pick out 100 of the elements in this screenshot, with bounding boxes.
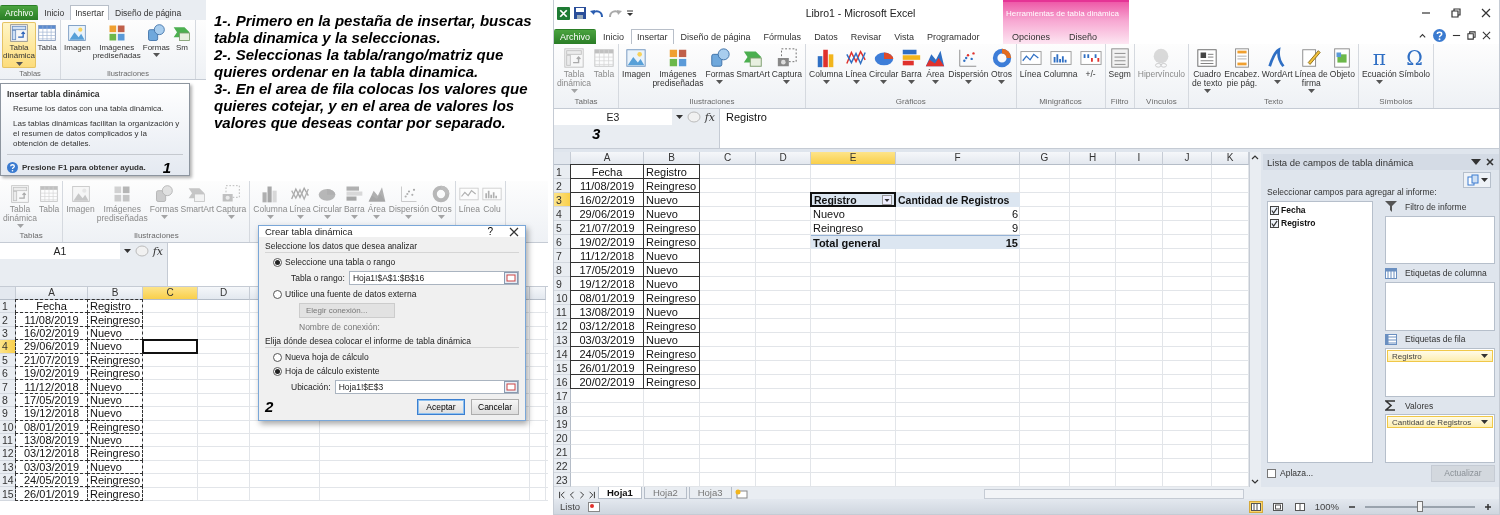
ribbon-button[interactable]: Otros <box>989 46 1014 86</box>
ribbon-button[interactable]: Línea de firma <box>1293 46 1329 95</box>
ribbon-button[interactable]: Columna <box>1042 46 1079 80</box>
ribbon-tab[interactable]: Fórmulas <box>757 29 808 44</box>
field-checkbox[interactable]: Fecha <box>1270 205 1370 215</box>
column-header[interactable]: A <box>16 287 88 300</box>
row-header[interactable]: 23 <box>554 473 571 487</box>
ribbon-button[interactable]: +/- <box>1078 46 1103 80</box>
row-header[interactable]: 1 <box>0 300 16 314</box>
column-header[interactable]: J <box>1163 152 1212 165</box>
row-header[interactable]: 17 <box>554 389 571 403</box>
status-text: Listo <box>560 501 581 512</box>
ribbon-button[interactable]: Objeto <box>1328 46 1356 80</box>
table-cell: Reingreso <box>643 318 700 333</box>
row-header[interactable]: 14 <box>0 474 16 488</box>
formula-bar[interactable]: Registro <box>720 109 1499 148</box>
ribbon-tab[interactable]: Datos <box>808 29 844 44</box>
ribbon-button[interactable]: Captura <box>770 46 804 86</box>
function-button[interactable]: fx <box>152 244 163 258</box>
column-header[interactable]: C <box>143 287 198 300</box>
ribbon-button[interactable]: Columna <box>808 46 845 86</box>
ribbon-button[interactable]: π Ecuación <box>1360 46 1398 86</box>
ribbon-button[interactable]: Línea <box>844 46 869 86</box>
ribbon-button[interactable]: Segm <box>1107 46 1132 80</box>
row-header[interactable]: 18 <box>554 403 571 417</box>
row-header[interactable]: 21 <box>554 445 571 459</box>
row-header[interactable]: 12 <box>0 447 16 461</box>
table-cell: 15 <box>896 235 1020 249</box>
ribbon-button[interactable]: Imagen <box>621 46 652 80</box>
ribbon-tab[interactable]: Programador <box>921 29 986 44</box>
column-header[interactable]: H <box>1070 152 1116 165</box>
ribbon-button[interactable]: Encabez. pie pág. <box>1223 46 1261 89</box>
column-header[interactable]: D <box>198 287 250 300</box>
row-header[interactable]: 4 <box>0 340 16 354</box>
field-chip[interactable]: Registro <box>1387 350 1493 363</box>
row-header[interactable]: 7 <box>0 380 16 394</box>
field-checkbox[interactable]: Registro <box>1270 218 1370 228</box>
ribbon-button[interactable]: Tabla <box>36 22 58 54</box>
ribbon-button[interactable]: Barra <box>899 46 924 86</box>
column-header[interactable]: B <box>88 287 143 300</box>
radio-label[interactable]: Utilice una fuente de datos externa <box>285 289 417 299</box>
cancel-button[interactable]: Cancelar <box>471 398 519 415</box>
active-cell[interactable]: Registro <box>810 192 896 207</box>
ribbon-button[interactable]: Formas <box>704 46 736 86</box>
ribbon-button[interactable]: Imagen <box>63 22 92 54</box>
area-label: Etiquetas de columna <box>1405 268 1487 279</box>
table-cell: Fecha <box>15 299 88 314</box>
radio-label[interactable]: Nueva hoja de cálculo <box>285 352 369 362</box>
row-header[interactable]: 15 <box>0 487 16 501</box>
ribbon-tab[interactable]: Diseño de página <box>110 5 187 20</box>
ribbon-button[interactable]: Línea <box>1018 46 1043 80</box>
tooltip-title: Insertar tabla dinámica <box>7 89 101 99</box>
ribbon-button[interactable]: WordArt <box>1260 46 1294 86</box>
ribbon-tab[interactable]: Archivo <box>554 29 596 44</box>
input-field[interactable]: Hoja1!$E$3 <box>334 380 519 394</box>
column-header[interactable]: I <box>1116 152 1163 165</box>
ribbon-button[interactable]: Circular <box>868 46 900 86</box>
group-label: Texto <box>1262 98 1284 108</box>
column-header[interactable]: E <box>811 152 896 165</box>
ribbon-tab[interactable]: Diseño de página <box>674 29 757 44</box>
row-header[interactable]: 22 <box>554 459 571 473</box>
input-field[interactable]: Hoja1!$A$1:$B$16 <box>348 271 519 285</box>
ribbon-button[interactable]: Dispersión <box>947 46 990 86</box>
column-header[interactable]: C <box>700 152 756 165</box>
column-header[interactable]: D <box>756 152 811 165</box>
ribbon-button[interactable]: Tabla dinámica <box>2 22 36 68</box>
row-header[interactable]: 2 <box>0 313 16 327</box>
field-chip[interactable]: Cantidad de Registros <box>1387 416 1493 429</box>
row-header[interactable]: 19 <box>554 417 571 431</box>
sheet-tab[interactable]: Hoja1 <box>598 487 642 499</box>
ok-button[interactable]: Aceptar <box>417 398 465 415</box>
name-box[interactable]: A1 <box>0 243 120 259</box>
ribbon-tab[interactable]: Vista <box>888 29 920 44</box>
row-header[interactable]: 20 <box>554 431 571 445</box>
ribbon-button[interactable]: Formas <box>141 22 171 60</box>
help-button[interactable]: ? <box>481 226 499 237</box>
choose-connection-button[interactable]: Elegir conexión... <box>299 303 395 318</box>
name-box[interactable]: E3 <box>554 109 672 125</box>
ribbon-button[interactable]: Imágenes prediseñadas <box>91 22 142 62</box>
row-header[interactable]: 9 <box>0 407 16 421</box>
column-header[interactable]: F <box>896 152 1020 165</box>
ribbon-button[interactable]: Sm <box>170 22 193 54</box>
column-header[interactable]: G <box>1020 152 1070 165</box>
ribbon-button[interactable]: Ω Símbolo <box>1397 46 1432 80</box>
function-button[interactable]: fx <box>704 110 715 124</box>
ribbon-tab[interactable]: Opciones <box>1003 29 1060 44</box>
ribbon-tab[interactable]: Insertar <box>70 5 109 20</box>
ribbon-tab[interactable]: Diseño <box>1060 29 1107 44</box>
ribbon-button[interactable]: Cuadro de texto <box>1191 46 1224 95</box>
ribbon-tab[interactable]: Revisar <box>844 29 888 44</box>
radio-label[interactable]: Seleccione una tabla o rango <box>285 257 396 267</box>
radio-label[interactable]: Hoja de cálculo existente <box>285 366 380 376</box>
ribbon-button[interactable]: Imágenes prediseñadas <box>651 46 705 89</box>
ribbon-button[interactable]: Área <box>923 46 948 86</box>
column-header[interactable]: K <box>1212 152 1249 165</box>
ribbon-tab[interactable]: Archivo <box>0 5 39 20</box>
ribbon-tab[interactable]: Inicio <box>39 5 70 20</box>
ribbon-button[interactable]: SmartArt <box>735 46 771 80</box>
ribbon-tab[interactable]: Inicio <box>597 29 631 44</box>
ribbon-tab[interactable]: Insertar <box>631 29 674 44</box>
